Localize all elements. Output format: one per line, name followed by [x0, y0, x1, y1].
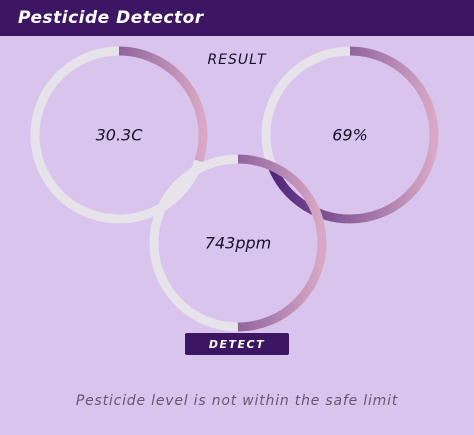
- temperature-value: 30.3C: [95, 125, 143, 145]
- app-title: Pesticide Detector: [18, 8, 204, 28]
- app-bar: Pesticide Detector: [0, 0, 474, 36]
- gas-value: 743ppm: [204, 233, 272, 253]
- gas-gauge: 743ppm: [146, 151, 330, 335]
- detect-button[interactable]: DETECT: [185, 333, 289, 355]
- humidity-value: 69%: [332, 125, 368, 145]
- status-message: Pesticide level is not within the safe l…: [75, 393, 399, 409]
